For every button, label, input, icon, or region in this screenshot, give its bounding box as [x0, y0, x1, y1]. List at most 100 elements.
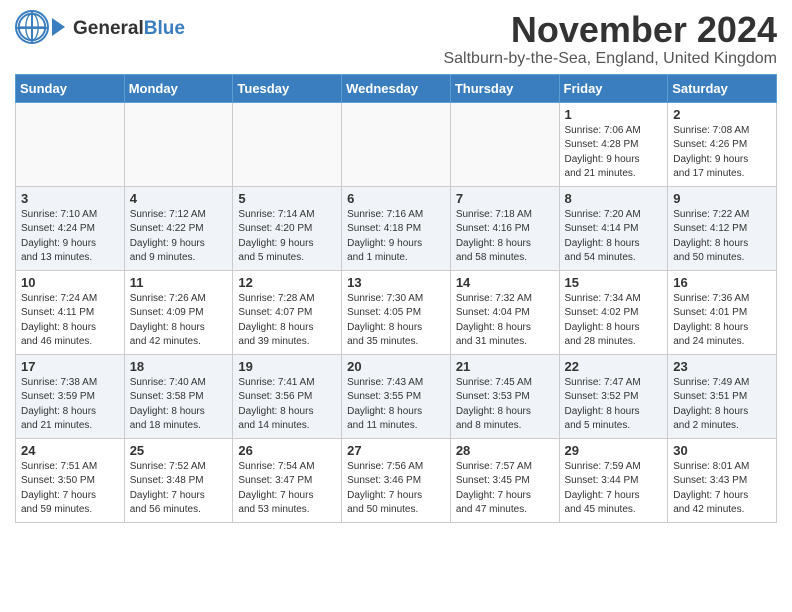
day-number: 30 [673, 443, 771, 458]
calendar-day-cell: 14 Sunrise: 7:32 AM Sunset: 4:04 PM Dayli… [450, 270, 559, 354]
calendar-day-cell: 12Sunrise: 7:28 AM Sunset: 4:07 PM Dayli… [233, 270, 342, 354]
day-number: 20 [347, 359, 445, 374]
calendar-day-cell: 25 Sunrise: 7:52 AM Sunset: 3:48 PM Dayli… [124, 438, 233, 522]
day-number: 21 [456, 359, 554, 374]
calendar-day-cell: 2 Sunrise: 7:08 AM Sunset: 4:26 PM Daylig… [668, 102, 777, 186]
day-number: 12 [238, 275, 336, 290]
day-info: Sunrise: 7:34 AM Sunset: 4:02 PM Dayligh… [565, 292, 663, 350]
weekday-header-saturday: Saturday [668, 74, 777, 102]
day-info: Sunrise: 7:18 AM Sunset: 4:16 PM Dayligh… [456, 208, 554, 266]
day-info: Sunrise: 7:36 AM Sunset: 4:01 PM Dayligh… [673, 292, 771, 350]
day-info: Sunrise: 7:30 AM Sunset: 4:05 PM Dayligh… [347, 292, 445, 350]
day-info: Sunrise: 7:32 AM Sunset: 4:04 PM Dayligh… [456, 292, 554, 350]
calendar-day-cell: 15 Sunrise: 7:34 AM Sunset: 4:02 PM Dayli… [559, 270, 668, 354]
day-number: 15 [565, 275, 663, 290]
calendar-day-cell: 10Sunrise: 7:24 AM Sunset: 4:11 PM Dayli… [16, 270, 125, 354]
weekday-header-sunday: Sunday [16, 74, 125, 102]
page-header: GeneralBlue November 2024 Saltburn-by-th… [15, 10, 777, 68]
day-info: Sunrise: 7:20 AM Sunset: 4:14 PM Dayligh… [565, 208, 663, 266]
day-number: 22 [565, 359, 663, 374]
weekday-header-monday: Monday [124, 74, 233, 102]
day-number: 2 [673, 107, 771, 122]
day-number: 28 [456, 443, 554, 458]
calendar-day-cell: 1 Sunrise: 7:06 AM Sunset: 4:28 PM Daylig… [559, 102, 668, 186]
day-number: 1 [565, 107, 663, 122]
day-info: Sunrise: 7:47 AM Sunset: 3:52 PM Dayligh… [565, 376, 663, 434]
day-number: 29 [565, 443, 663, 458]
calendar-day-cell: 13Sunrise: 7:30 AM Sunset: 4:05 PM Dayli… [342, 270, 451, 354]
day-info: Sunrise: 7:59 AM Sunset: 3:44 PM Dayligh… [565, 460, 663, 518]
location-subtitle: Saltburn-by-the-Sea, England, United Kin… [443, 50, 777, 68]
day-number: 9 [673, 191, 771, 206]
day-info: Sunrise: 7:40 AM Sunset: 3:58 PM Dayligh… [130, 376, 228, 434]
calendar-day-cell: 17Sunrise: 7:38 AM Sunset: 3:59 PM Dayli… [16, 354, 125, 438]
day-info: Sunrise: 7:45 AM Sunset: 3:53 PM Dayligh… [456, 376, 554, 434]
day-number: 18 [130, 359, 228, 374]
day-number: 27 [347, 443, 445, 458]
day-info: Sunrise: 8:01 AM Sunset: 3:43 PM Dayligh… [673, 460, 771, 518]
day-number: 11 [130, 275, 228, 290]
calendar-day-cell: 9 Sunrise: 7:22 AM Sunset: 4:12 PM Daylig… [668, 186, 777, 270]
calendar-day-cell: 21 Sunrise: 7:45 AM Sunset: 3:53 PM Dayli… [450, 354, 559, 438]
day-info: Sunrise: 7:12 AM Sunset: 4:22 PM Dayligh… [130, 208, 228, 266]
day-info: Sunrise: 7:52 AM Sunset: 3:48 PM Dayligh… [130, 460, 228, 518]
calendar-day-cell: 20 Sunrise: 7:43 AM Sunset: 3:55 PM Dayli… [342, 354, 451, 438]
logo: GeneralBlue [15, 10, 185, 48]
calendar-day-cell: 26Sunrise: 7:54 AM Sunset: 3:47 PM Dayli… [233, 438, 342, 522]
calendar-table: SundayMondayTuesdayWednesdayThursdayFrid… [15, 74, 777, 523]
calendar-day-cell: 16 Sunrise: 7:36 AM Sunset: 4:01 PM Dayli… [668, 270, 777, 354]
day-number: 5 [238, 191, 336, 206]
calendar-week-row: 24 Sunrise: 7:51 AM Sunset: 3:50 PM Dayli… [16, 438, 777, 522]
day-info: Sunrise: 7:08 AM Sunset: 4:26 PM Dayligh… [673, 124, 771, 182]
calendar-week-row: 17Sunrise: 7:38 AM Sunset: 3:59 PM Dayli… [16, 354, 777, 438]
logo-blue: Blue [144, 18, 185, 39]
day-number: 24 [21, 443, 119, 458]
day-info: Sunrise: 7:54 AM Sunset: 3:47 PM Dayligh… [238, 460, 336, 518]
day-number: 16 [673, 275, 771, 290]
calendar-day-cell: 30 Sunrise: 8:01 AM Sunset: 3:43 PM Dayli… [668, 438, 777, 522]
day-info: Sunrise: 7:51 AM Sunset: 3:50 PM Dayligh… [21, 460, 119, 518]
weekday-header-tuesday: Tuesday [233, 74, 342, 102]
calendar-day-cell: 27 Sunrise: 7:56 AM Sunset: 3:46 PM Dayli… [342, 438, 451, 522]
calendar-day-cell: 19 Sunrise: 7:41 AM Sunset: 3:56 PM Dayli… [233, 354, 342, 438]
month-title: November 2024 [443, 10, 777, 50]
weekday-header-row: SundayMondayTuesdayWednesdayThursdayFrid… [16, 74, 777, 102]
day-number: 14 [456, 275, 554, 290]
calendar-day-cell: 6Sunrise: 7:16 AM Sunset: 4:18 PM Daylig… [342, 186, 451, 270]
day-info: Sunrise: 7:43 AM Sunset: 3:55 PM Dayligh… [347, 376, 445, 434]
calendar-week-row: 1 Sunrise: 7:06 AM Sunset: 4:28 PM Daylig… [16, 102, 777, 186]
calendar-week-row: 10Sunrise: 7:24 AM Sunset: 4:11 PM Dayli… [16, 270, 777, 354]
calendar-day-cell: 28 Sunrise: 7:57 AM Sunset: 3:45 PM Dayli… [450, 438, 559, 522]
day-info: Sunrise: 7:38 AM Sunset: 3:59 PM Dayligh… [21, 376, 119, 434]
day-number: 3 [21, 191, 119, 206]
calendar-day-cell: 5 Sunrise: 7:14 AM Sunset: 4:20 PM Daylig… [233, 186, 342, 270]
day-info: Sunrise: 7:41 AM Sunset: 3:56 PM Dayligh… [238, 376, 336, 434]
calendar-day-cell [16, 102, 125, 186]
day-info: Sunrise: 7:22 AM Sunset: 4:12 PM Dayligh… [673, 208, 771, 266]
day-info: Sunrise: 7:57 AM Sunset: 3:45 PM Dayligh… [456, 460, 554, 518]
day-number: 8 [565, 191, 663, 206]
day-number: 19 [238, 359, 336, 374]
calendar-day-cell: 7 Sunrise: 7:18 AM Sunset: 4:16 PM Daylig… [450, 186, 559, 270]
day-number: 25 [130, 443, 228, 458]
day-number: 23 [673, 359, 771, 374]
day-info: Sunrise: 7:10 AM Sunset: 4:24 PM Dayligh… [21, 208, 119, 266]
weekday-header-thursday: Thursday [450, 74, 559, 102]
calendar-day-cell: 23Sunrise: 7:49 AM Sunset: 3:51 PM Dayli… [668, 354, 777, 438]
day-number: 7 [456, 191, 554, 206]
calendar-day-cell: 4Sunrise: 7:12 AM Sunset: 4:22 PM Daylig… [124, 186, 233, 270]
calendar-week-row: 3 Sunrise: 7:10 AM Sunset: 4:24 PM Daylig… [16, 186, 777, 270]
day-info: Sunrise: 7:16 AM Sunset: 4:18 PM Dayligh… [347, 208, 445, 266]
calendar-day-cell: 22 Sunrise: 7:47 AM Sunset: 3:52 PM Dayli… [559, 354, 668, 438]
arrow-icon [52, 18, 65, 36]
day-info: Sunrise: 7:14 AM Sunset: 4:20 PM Dayligh… [238, 208, 336, 266]
calendar-day-cell [124, 102, 233, 186]
calendar-day-cell: 3 Sunrise: 7:10 AM Sunset: 4:24 PM Daylig… [16, 186, 125, 270]
day-info: Sunrise: 7:06 AM Sunset: 4:28 PM Dayligh… [565, 124, 663, 182]
page-container: GeneralBlue November 2024 Saltburn-by-th… [0, 0, 792, 533]
day-info: Sunrise: 7:56 AM Sunset: 3:46 PM Dayligh… [347, 460, 445, 518]
weekday-header-wednesday: Wednesday [342, 74, 451, 102]
logo-text: GeneralBlue [73, 19, 185, 40]
globe-icon [15, 10, 49, 44]
calendar-day-cell: 18 Sunrise: 7:40 AM Sunset: 3:58 PM Dayli… [124, 354, 233, 438]
